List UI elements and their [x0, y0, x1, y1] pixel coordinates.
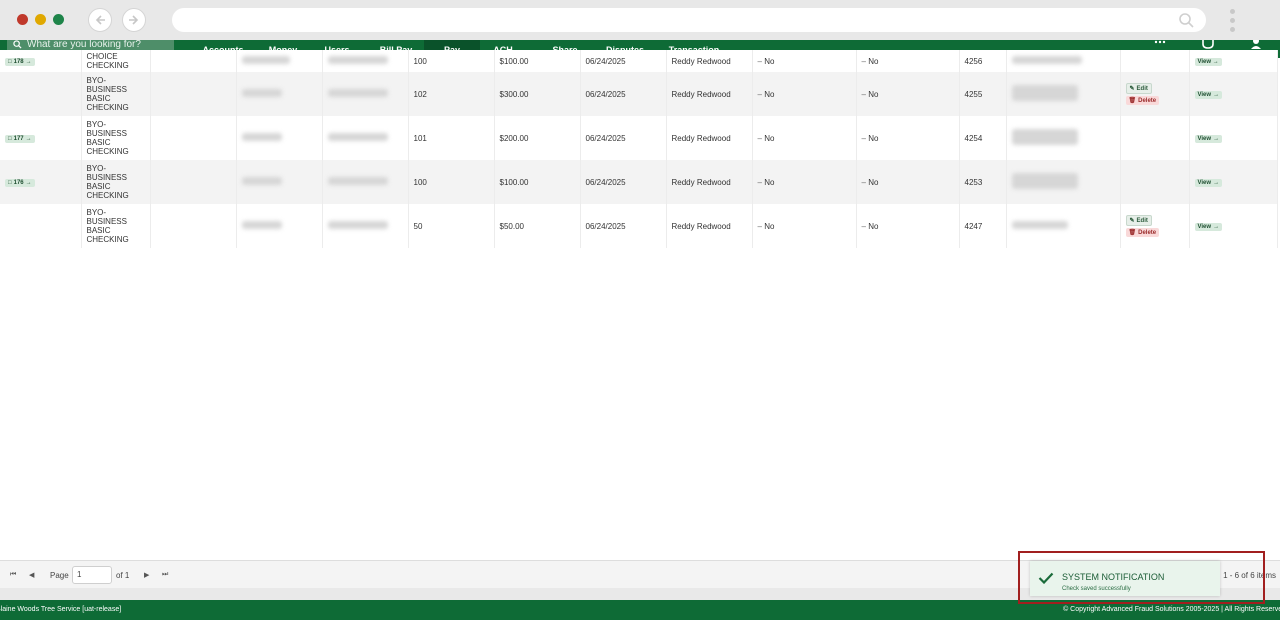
table-row[interactable]: □ 176 → BYO-BUSINESS BASIC CHECKING 100 $1…: [0, 160, 1278, 204]
first-page-icon[interactable]: ⏮: [10, 571, 16, 579]
edit-button[interactable]: ✎ Edit: [1125, 83, 1152, 94]
user-cell: Reddy Redwood: [666, 204, 753, 248]
amount-cell: $100.00: [494, 160, 581, 204]
product-cell: BYO-BUSINESS BASIC CHECKING: [81, 160, 151, 204]
date-cell: 06/24/2025: [580, 72, 667, 116]
date-cell: 06/24/2025: [580, 204, 667, 248]
table-row[interactable]: BYO-BUSINESS BASIC CHECKING 102 $300.00 06…: [0, 72, 1278, 116]
address-bar[interactable]: [172, 8, 1206, 32]
user-cell: Reddy Redwood: [666, 160, 753, 204]
edit-button[interactable]: ✎ Edit: [1125, 215, 1152, 226]
amount-cell: $200.00: [494, 116, 581, 160]
redacted-value: [1011, 221, 1068, 229]
redacted-value: [327, 133, 388, 141]
page-label: Page: [50, 571, 69, 580]
id-cell: 4256: [959, 50, 1007, 72]
user-cell: Reddy Redwood: [666, 50, 753, 72]
product-cell: BYO-BUSINESS BASIC CHECKING: [81, 72, 151, 116]
toast-title: SYSTEM NOTIFICATION: [1062, 572, 1165, 582]
id-cell: 4254: [959, 116, 1007, 160]
record-tag[interactable]: □ 178 →: [5, 58, 35, 66]
next-page-icon[interactable]: ▶: [144, 571, 149, 579]
view-button[interactable]: View →: [1194, 135, 1223, 143]
table-row[interactable]: □ 177 → BYO-BUSINESS BASIC CHECKING 101 $2…: [0, 116, 1278, 160]
view-button[interactable]: View →: [1194, 58, 1222, 66]
delete-button[interactable]: 🗑 Delete: [1125, 228, 1160, 237]
record-tag[interactable]: □ 177 →: [5, 135, 35, 143]
user-avatar-icon[interactable]: [1250, 40, 1262, 49]
redacted-value: [1011, 173, 1078, 189]
delete-button[interactable]: 🗑 Delete: [1125, 96, 1160, 105]
table-row[interactable]: BYO-BUSINESS BASIC CHECKING 50 $50.00 06/2…: [0, 204, 1278, 248]
amount-cell: $50.00: [494, 204, 581, 248]
user-cell: Reddy Redwood: [666, 116, 753, 160]
product-cell: CHOICE CHECKING: [81, 50, 151, 72]
id-cell: 4255: [959, 72, 1007, 116]
checks-table: □ 178 → CHOICE CHECKING 100 $100.00 06/24…: [0, 50, 1278, 248]
redacted-value: [327, 177, 388, 185]
id-cell: 4253: [959, 160, 1007, 204]
page-count-label: of 1: [116, 571, 130, 580]
redacted-value: [1011, 129, 1078, 145]
search-icon: [1179, 13, 1194, 28]
redacted-value: [327, 56, 388, 64]
redacted-value: [327, 89, 388, 97]
redacted-value: [241, 89, 282, 97]
check-number-cell: 102: [408, 72, 495, 116]
product-cell: BYO-BUSINESS BASIC CHECKING: [81, 204, 151, 248]
redacted-value: [1011, 85, 1078, 101]
date-cell: 06/24/2025: [580, 160, 667, 204]
user-cell: Reddy Redwood: [666, 72, 753, 116]
close-window-dot[interactable]: [17, 14, 28, 25]
arrow-right-icon: [129, 15, 139, 25]
back-button[interactable]: [88, 8, 112, 32]
check-number-cell: 100: [408, 50, 495, 72]
date-cell: 06/24/2025: [580, 50, 667, 72]
last-page-icon[interactable]: ⏭: [162, 571, 168, 579]
check-icon: [1038, 572, 1054, 584]
forward-button[interactable]: [122, 8, 146, 32]
maximize-window-dot[interactable]: [53, 14, 64, 25]
search-placeholder: What are you looking for?: [27, 40, 141, 50]
toast-message: Check saved successfully: [1062, 586, 1131, 592]
amount-cell: $100.00: [494, 50, 581, 72]
browser-toolbar: [0, 0, 1280, 40]
view-button[interactable]: View →: [1194, 223, 1223, 231]
table-row[interactable]: □ 178 → CHOICE CHECKING 100 $100.00 06/24…: [0, 50, 1278, 72]
previous-page-icon[interactable]: ◀: [29, 571, 34, 579]
system-notification-toast[interactable]: SYSTEM NOTIFICATION Check saved successf…: [1030, 561, 1220, 596]
redacted-value: [241, 177, 282, 185]
amount-cell: $300.00: [494, 72, 581, 116]
minimize-window-dot[interactable]: [35, 14, 46, 25]
apps-grid-icon[interactable]: [1154, 40, 1166, 46]
search-icon: [13, 40, 22, 49]
arrow-left-icon: [95, 15, 105, 25]
view-button[interactable]: View →: [1194, 179, 1223, 187]
view-button[interactable]: View →: [1194, 91, 1223, 99]
redacted-value: [241, 221, 282, 229]
page-number-input[interactable]: 1: [72, 566, 112, 584]
date-cell: 06/24/2025: [580, 116, 667, 160]
checks-grid: □ 178 → CHOICE CHECKING 100 $100.00 06/24…: [0, 50, 1280, 560]
check-number-cell: 50: [408, 204, 495, 248]
check-number-cell: 100: [408, 160, 495, 204]
record-tag[interactable]: □ 176 →: [5, 179, 35, 187]
check-number-cell: 101: [408, 116, 495, 160]
redacted-value: [241, 133, 282, 141]
redacted-value: [241, 56, 290, 64]
product-cell: BYO-BUSINESS BASIC CHECKING: [81, 116, 151, 160]
id-cell: 4247: [959, 204, 1007, 248]
footer-client-label: Blaine Woods Tree Service [uat-release]: [0, 606, 122, 613]
browser-menu-icon[interactable]: [1230, 9, 1236, 35]
chat-icon[interactable]: [1201, 40, 1215, 49]
redacted-value: [327, 221, 388, 229]
redacted-value: [1011, 56, 1082, 64]
